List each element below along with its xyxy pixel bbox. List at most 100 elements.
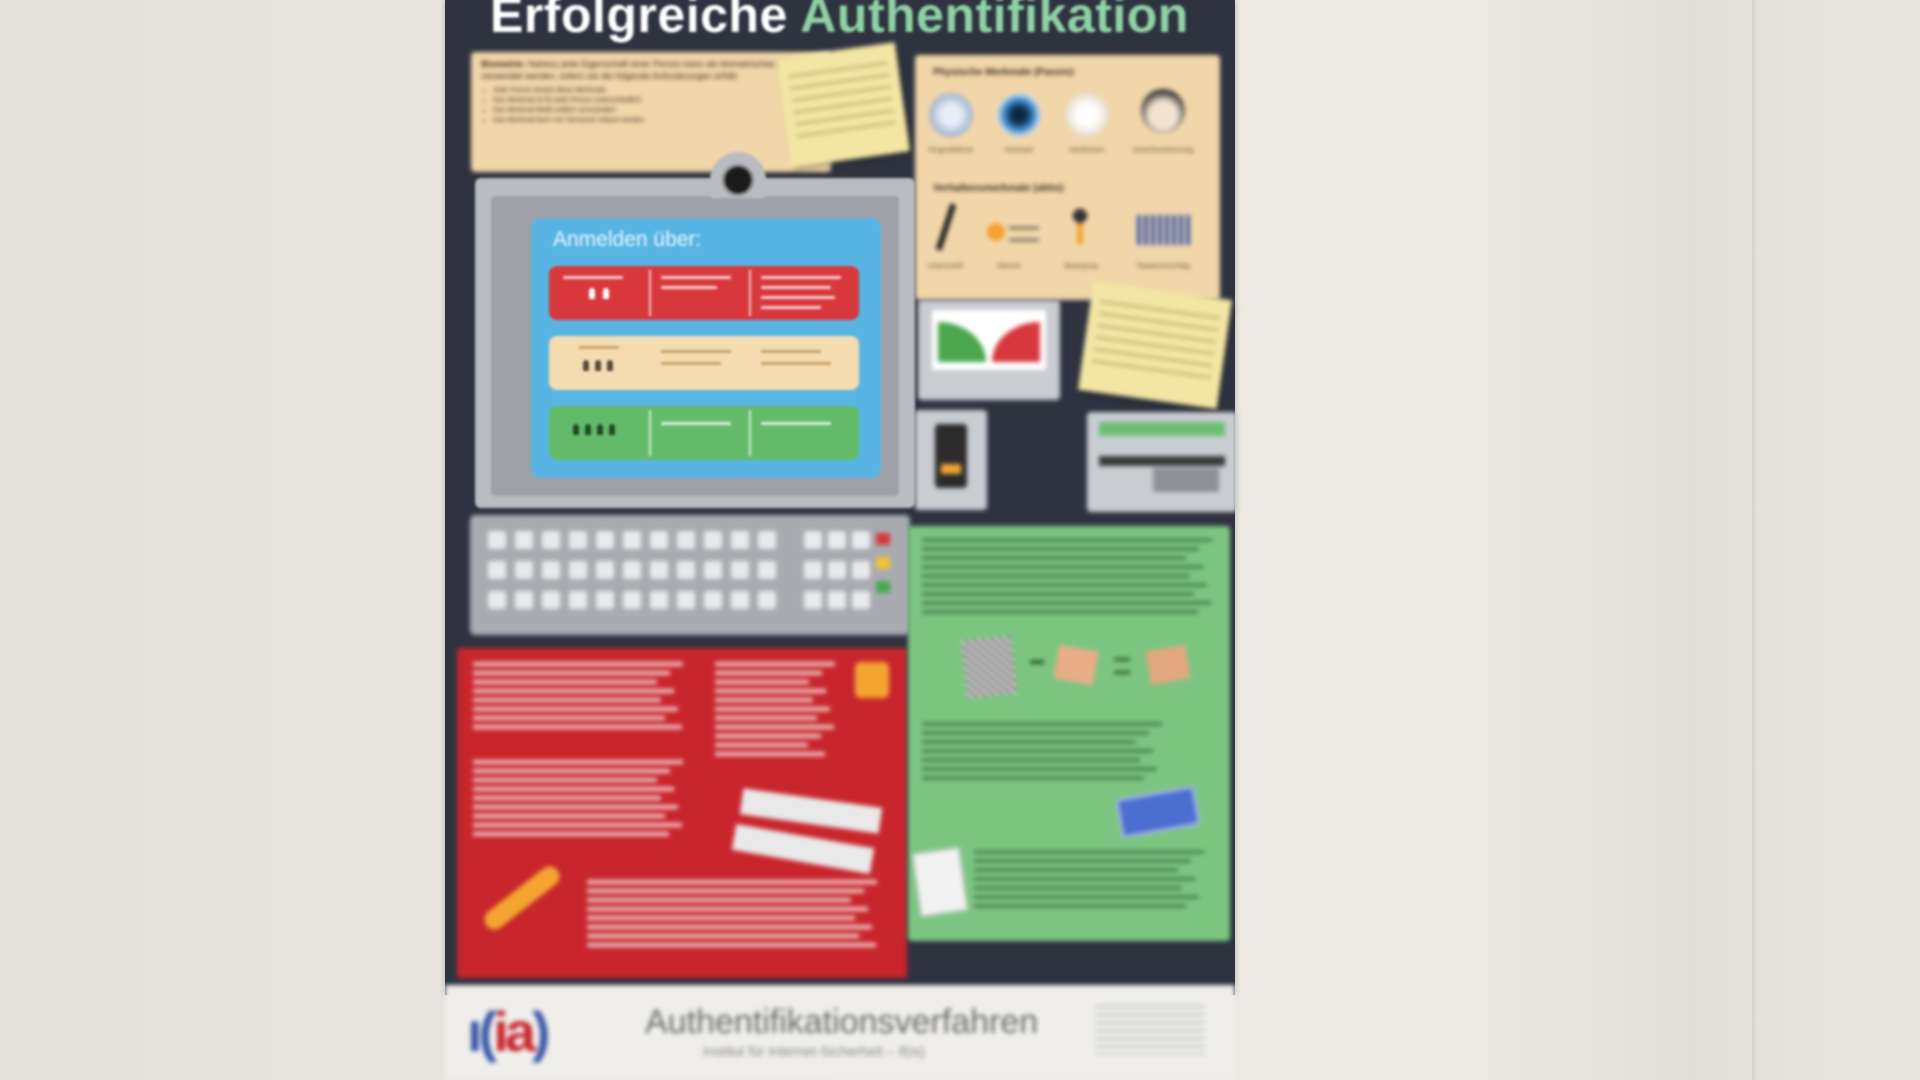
sticky-note: [1078, 280, 1232, 410]
text-line: [974, 886, 1182, 890]
keyboard-key: [704, 591, 722, 609]
text-line: [715, 662, 835, 666]
keyboard-key: [542, 591, 560, 609]
signature-pen-icon: [935, 203, 957, 251]
keyboard-key: [758, 561, 776, 579]
keypad-key: [804, 591, 822, 609]
behavior-label: Stimme: [997, 263, 1021, 270]
text-line: [922, 556, 1186, 560]
keyboard-key: [731, 591, 749, 609]
password-strip: [731, 824, 875, 874]
keyboard-illustration: [470, 515, 910, 635]
text-line: [587, 925, 872, 929]
text-line: [922, 758, 1140, 762]
text-line: [473, 805, 678, 809]
bio-term: Biometrie:: [481, 59, 526, 69]
keyboard-typing-icon: [1137, 215, 1193, 245]
keyboard-key: [623, 591, 641, 609]
text-line: [473, 725, 682, 729]
footer-subtitle: Institut für Internet-Sicherheit – if(is…: [703, 1043, 925, 1059]
text-line: [473, 823, 682, 827]
keyboard-key: [650, 561, 668, 579]
keyboard-key: [677, 531, 695, 549]
screen-title: Anmelden über:: [553, 228, 702, 251]
keyboard-key: [542, 561, 560, 579]
keyboard-key: [650, 591, 668, 609]
text-line: [922, 592, 1194, 596]
text-line: [922, 749, 1153, 753]
text-line: [715, 725, 834, 729]
keyboard-key: [731, 531, 749, 549]
text-line: [715, 734, 821, 738]
keyboard-key: [758, 591, 776, 609]
token-icon: [911, 846, 969, 918]
text-line: [587, 880, 877, 884]
features-panel: Physische Merkmale (Passiv): Fingerabdru…: [915, 55, 1220, 300]
physical-label: Netzhaut: [1004, 147, 1034, 154]
fingerprint-icon: [929, 93, 973, 137]
text-line: [922, 610, 1198, 614]
text-line: [974, 904, 1186, 908]
status-led: [876, 557, 890, 569]
text-line: [922, 722, 1162, 726]
login-screen: Anmelden über:: [531, 218, 881, 478]
text-line: [473, 778, 657, 782]
text-line: [922, 740, 1136, 744]
keypad-key: [852, 591, 870, 609]
bio-requirements-list: Jede Person besitzt diese Merkmale Das M…: [481, 86, 821, 126]
text-line: [922, 767, 1157, 771]
text-line: [587, 889, 864, 893]
behavior-label: Unterschrift: [927, 263, 963, 270]
bio-bullet: Das Merkmal ist für jede Person untersch…: [493, 96, 821, 106]
bio-bullet: Jede Person besitzt diese Merkmale: [493, 86, 821, 96]
result-card-icon: [1145, 644, 1191, 686]
poster-footer: ı(ia) Authentifikationsverfahren Institu…: [445, 985, 1235, 1080]
keypad-key: [852, 531, 870, 549]
text-line: [473, 716, 665, 720]
behavior-label: Tastaturanschlag: [1136, 263, 1190, 270]
curve-chart-graphic: [932, 310, 1046, 370]
physical-label: Gesichtserkennung: [1133, 147, 1194, 154]
text-line: [974, 868, 1178, 872]
status-led: [876, 581, 890, 593]
keyboard-key: [596, 561, 614, 579]
keyboard-key: [569, 531, 587, 549]
text-line: [715, 671, 822, 675]
title-word-1: Erfolgreiche: [490, 0, 788, 43]
keyboard-key: [650, 531, 668, 549]
keyboard-key: [515, 561, 533, 579]
green-info-panel: [908, 526, 1230, 941]
keypad-key: [804, 531, 822, 549]
text-line: [587, 916, 855, 920]
wall-seam: [1752, 0, 1758, 1080]
movement-figure-icon: [1065, 207, 1095, 251]
text-line: [473, 769, 670, 773]
keyboard-key: [569, 561, 587, 579]
chip-card-icon: [1115, 785, 1201, 839]
keypad-key: [852, 561, 870, 579]
text-line: [473, 671, 670, 675]
text-line: [974, 850, 1204, 854]
webcam-lens: [722, 164, 754, 196]
title-word-2: Authentifikation: [800, 0, 1189, 43]
text-line: [715, 680, 809, 684]
behavior-label: Bewegung: [1064, 263, 1098, 270]
keyboard-key: [542, 531, 560, 549]
text-line: [922, 538, 1212, 542]
voice-wave-lines: [1009, 227, 1039, 241]
text-line: [587, 907, 868, 911]
option-green: [549, 406, 859, 460]
text-line: [922, 601, 1211, 605]
text-line: [715, 716, 817, 720]
text-line: [473, 760, 683, 764]
text-line: [974, 877, 1195, 881]
text-line: [473, 707, 678, 711]
text-line: [473, 680, 657, 684]
behavior-heading: Verhaltensmerkmale (aktiv):: [933, 183, 1066, 194]
text-line: [922, 574, 1190, 578]
text-line: [715, 752, 825, 756]
text-line: [473, 796, 661, 800]
equals-sign: [1114, 658, 1130, 674]
text-line: [473, 698, 661, 702]
physical-label: Fingerabdruck: [928, 147, 974, 154]
